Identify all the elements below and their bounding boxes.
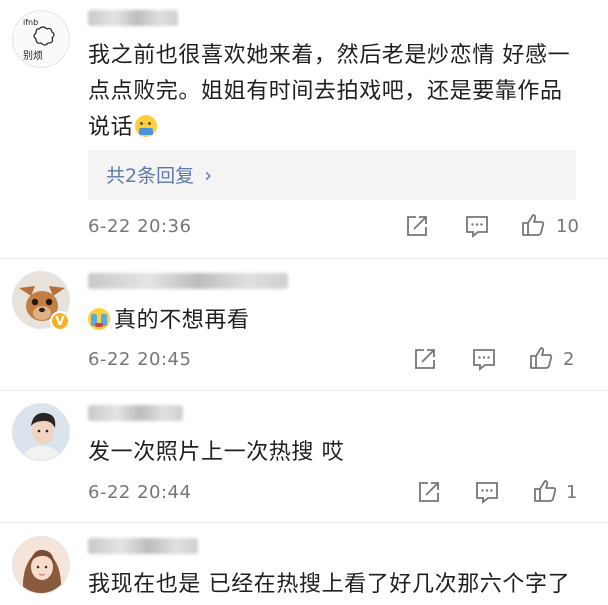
view-replies-button[interactable]: 共2条回复 › — [88, 150, 576, 200]
comment-text: 我现在也是 已经在热搜上看了好几次那六个字了 — [88, 572, 571, 597]
woman-photo-icon — [13, 537, 69, 593]
timestamp: 6-22 20:44 — [88, 482, 192, 503]
share-icon[interactable] — [416, 479, 442, 505]
timestamp: 6-22 20:36 — [88, 216, 192, 237]
verified-badge: V — [50, 311, 70, 331]
username[interactable] — [88, 10, 178, 26]
avatar[interactable] — [12, 403, 70, 461]
share-icon[interactable] — [412, 346, 438, 372]
comment-icon[interactable] — [464, 213, 490, 239]
crying-face-emoji — [88, 308, 110, 330]
username[interactable] — [88, 538, 198, 554]
like-count: 1 — [566, 482, 578, 503]
comment-icon[interactable] — [474, 479, 500, 505]
thinking-face-emoji — [135, 115, 158, 137]
like-count: 2 — [563, 349, 575, 370]
comment-icon[interactable] — [471, 346, 497, 372]
thumbs-up-icon[interactable] — [520, 212, 546, 238]
share-icon[interactable] — [404, 213, 430, 239]
comment-item: 发一次照片上一次热搜 哎 6-22 20:44 1 — [0, 390, 608, 520]
timestamp: 6-22 20:45 — [88, 349, 192, 370]
svg-text:别烦: 别烦 — [23, 49, 43, 62]
username[interactable] — [88, 405, 183, 421]
thumbs-up-icon[interactable] — [528, 345, 554, 371]
avatar[interactable] — [12, 536, 70, 594]
handwritten-logo-icon: ifnb 别烦 — [23, 18, 55, 62]
comment-text: 发一次照片上一次热搜 哎 — [88, 440, 345, 465]
comment-item: 我现在也是 已经在热搜上看了好几次那六个字了 — [0, 522, 608, 605]
svg-text:ifnb: ifnb — [23, 18, 38, 27]
like-count: 10 — [556, 216, 579, 237]
comment-item: V 真的不想再看 6-22 20:45 2 — [0, 258, 608, 390]
comment-text: 我之前也很喜欢她来着，然后老是炒恋情 好感一 点点败完。姐姐有时间去拍戏吧，还是… — [88, 43, 571, 140]
avatar[interactable]: ifnb 别烦 — [12, 10, 70, 68]
man-photo-icon — [13, 404, 69, 460]
chevron-right-icon: › — [204, 163, 213, 187]
thumbs-up-icon[interactable] — [532, 478, 558, 504]
comment-item: ifnb 别烦 我之前也很喜欢她来着，然后老是炒恋情 好感一 点点败完。姐姐有时… — [0, 0, 608, 255]
comment-text: 真的不想再看 — [88, 303, 250, 339]
username[interactable] — [88, 273, 288, 289]
